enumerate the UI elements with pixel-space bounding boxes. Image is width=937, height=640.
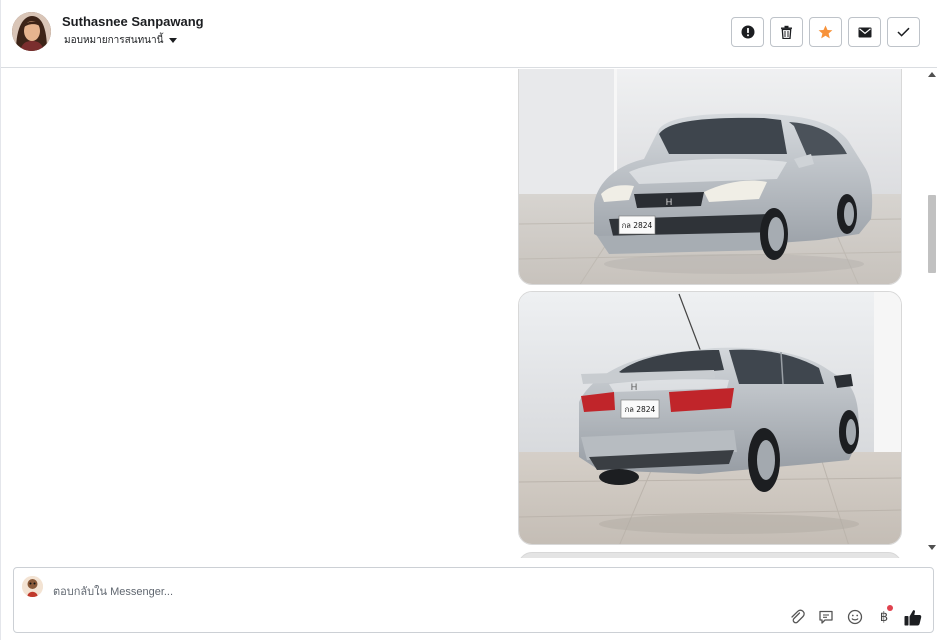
star-icon [818, 25, 833, 39]
alert-circle-icon [741, 25, 754, 39]
reply-input[interactable]: ตอบกลับใน Messenger... [53, 582, 173, 600]
thread-scrollbar[interactable] [926, 69, 937, 558]
assign-conversation-dropdown[interactable]: มอบหมายการสนทนานี้ [64, 33, 178, 48]
scroll-up-arrow[interactable] [928, 72, 936, 77]
mark-done-button[interactable] [887, 17, 920, 47]
caret-down-icon [169, 38, 178, 43]
mark-spam-button[interactable] [731, 17, 764, 47]
send-like-button[interactable] [903, 608, 923, 626]
svg-text:H: H [666, 197, 673, 207]
assign-label: มอบหมายการสนทนานี้ [64, 35, 164, 46]
car-front-photo[interactable]: H กล 2824 [518, 69, 902, 285]
star-button[interactable] [809, 17, 842, 47]
inbox-conversation: Suthasnee Sanpawang มอบหมายการสนทนานี้ H… [0, 0, 937, 640]
paperclip-icon [791, 609, 805, 624]
delete-button[interactable] [770, 17, 803, 47]
license-plate-text: กล 2824 [622, 221, 653, 230]
payment-button[interactable]: ฿ [874, 605, 894, 626]
license-plate-text: กล 2824 [625, 405, 656, 414]
page-avatar [22, 576, 43, 597]
emoji-icon [847, 609, 863, 625]
saved-replies-button[interactable] [816, 608, 836, 626]
reply-composer[interactable]: ตอบกลับใน Messenger... ฿ [13, 567, 934, 633]
conversation-actions [731, 17, 920, 47]
next-photo[interactable] [518, 552, 902, 558]
emoji-button[interactable] [845, 608, 865, 626]
contact-avatar[interactable] [12, 12, 51, 51]
checkmark-icon [897, 27, 910, 37]
contact-name[interactable]: Suthasnee Sanpawang [62, 14, 204, 29]
composer-tools: ฿ [787, 605, 923, 626]
attach-button[interactable] [787, 608, 807, 626]
scroll-thumb[interactable] [928, 195, 936, 273]
car-rear-photo[interactable]: กล 2824 H [518, 291, 902, 545]
trash-icon [781, 25, 792, 39]
baht-payment-icon: ฿ [879, 609, 889, 625]
saved-reply-icon [819, 610, 833, 624]
svg-text:H: H [631, 382, 638, 392]
message-thread[interactable]: H กล 2824 กล 2824 H [1, 69, 937, 558]
envelope-icon [858, 27, 871, 37]
notification-dot [887, 605, 893, 611]
scroll-down-arrow[interactable] [928, 545, 936, 550]
mark-unread-button[interactable] [848, 17, 881, 47]
conversation-header: Suthasnee Sanpawang มอบหมายการสนทนานี้ [1, 0, 937, 68]
thumbs-up-icon [904, 609, 922, 625]
